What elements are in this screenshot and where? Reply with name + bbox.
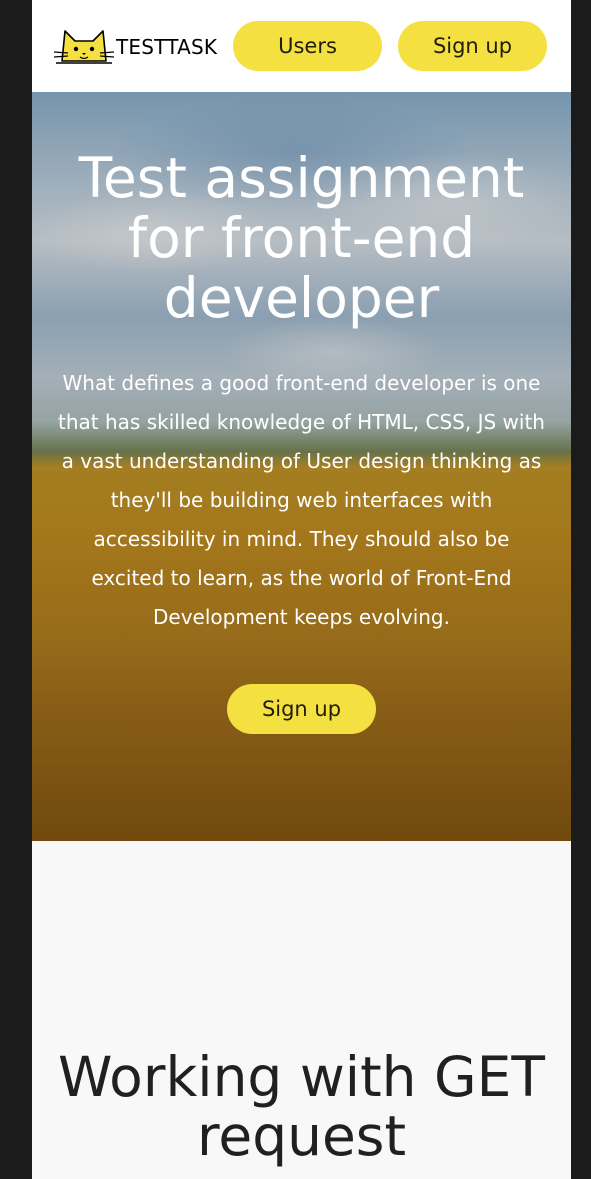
page: TESTTASK Users Sign up Test assignment f… (32, 0, 571, 1179)
users-button[interactable]: Users (233, 21, 382, 71)
top-bar: TESTTASK Users Sign up (32, 0, 571, 92)
hero-section: Test assignment for front-end developer … (32, 92, 571, 841)
header-signup-button[interactable]: Sign up (398, 21, 547, 71)
logo[interactable]: TESTTASK (54, 25, 218, 69)
logo-text: TESTTASK (116, 35, 218, 59)
hero-title: Test assignment for front-end developer (78, 146, 525, 330)
get-section-title: Working with GET request (58, 1045, 545, 1168)
cat-logo-icon (54, 30, 114, 64)
hero-description: What defines a good front-end developer … (58, 371, 545, 629)
get-request-section: Working with GET request (32, 841, 571, 1179)
hero-signup-button[interactable]: Sign up (227, 684, 376, 734)
